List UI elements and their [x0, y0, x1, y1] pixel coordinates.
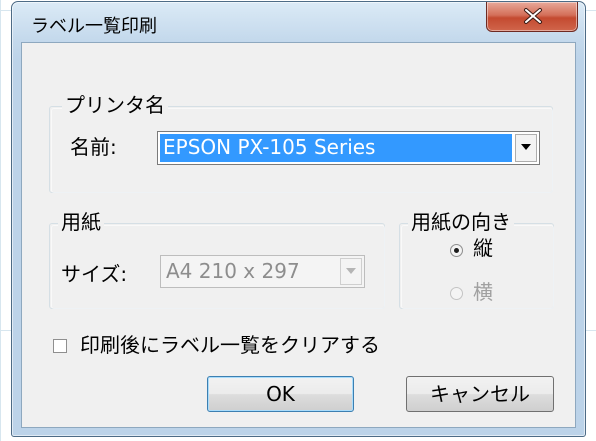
clear-after-print-label: 印刷後にラベル一覧をクリアする: [80, 333, 380, 357]
printer-select[interactable]: EPSON PX-105 Series: [157, 131, 540, 165]
cancel-button[interactable]: キャンセル: [406, 376, 554, 412]
chevron-down-icon: [521, 144, 531, 150]
title-bar[interactable]: ラベル一覧印刷: [12, 2, 585, 44]
printer-name-label: 名前:: [70, 135, 117, 159]
paper-group-label: 用紙: [58, 210, 104, 234]
paper-size-select[interactable]: A4 210 x 297: [160, 255, 365, 288]
radio-selected-dot: [454, 248, 459, 253]
paper-size-dropdown-button[interactable]: [340, 258, 362, 285]
paper-size-label: サイズ:: [61, 262, 128, 286]
portrait-radio[interactable]: [450, 244, 463, 257]
orientation-group-label: 用紙の向き: [408, 210, 514, 234]
ok-button[interactable]: OK: [207, 376, 354, 412]
landscape-radio[interactable]: [450, 287, 463, 300]
printer-select-value: EPSON PX-105 Series: [160, 134, 512, 162]
close-button[interactable]: [486, 2, 578, 32]
portrait-label: 縦: [473, 236, 493, 260]
clear-after-print-checkbox[interactable]: [53, 339, 67, 353]
background-gridline: [0, 0, 1, 441]
printer-group-label: プリンタ名: [62, 93, 168, 117]
paper-size-value: A4 210 x 297: [166, 259, 300, 283]
window-title: ラベル一覧印刷: [31, 16, 157, 37]
chevron-down-icon: [346, 268, 356, 274]
landscape-label: 横: [473, 280, 493, 304]
dialog-client-area: プリンタ名 名前: EPSON PX-105 Series 用紙 サイズ: A4…: [21, 42, 576, 428]
label-print-dialog: ラベル一覧印刷 プリンタ名 名前: EPSON PX-105 Series 用紙: [11, 1, 586, 437]
close-icon: [524, 8, 542, 24]
printer-dropdown-button[interactable]: [515, 134, 537, 162]
